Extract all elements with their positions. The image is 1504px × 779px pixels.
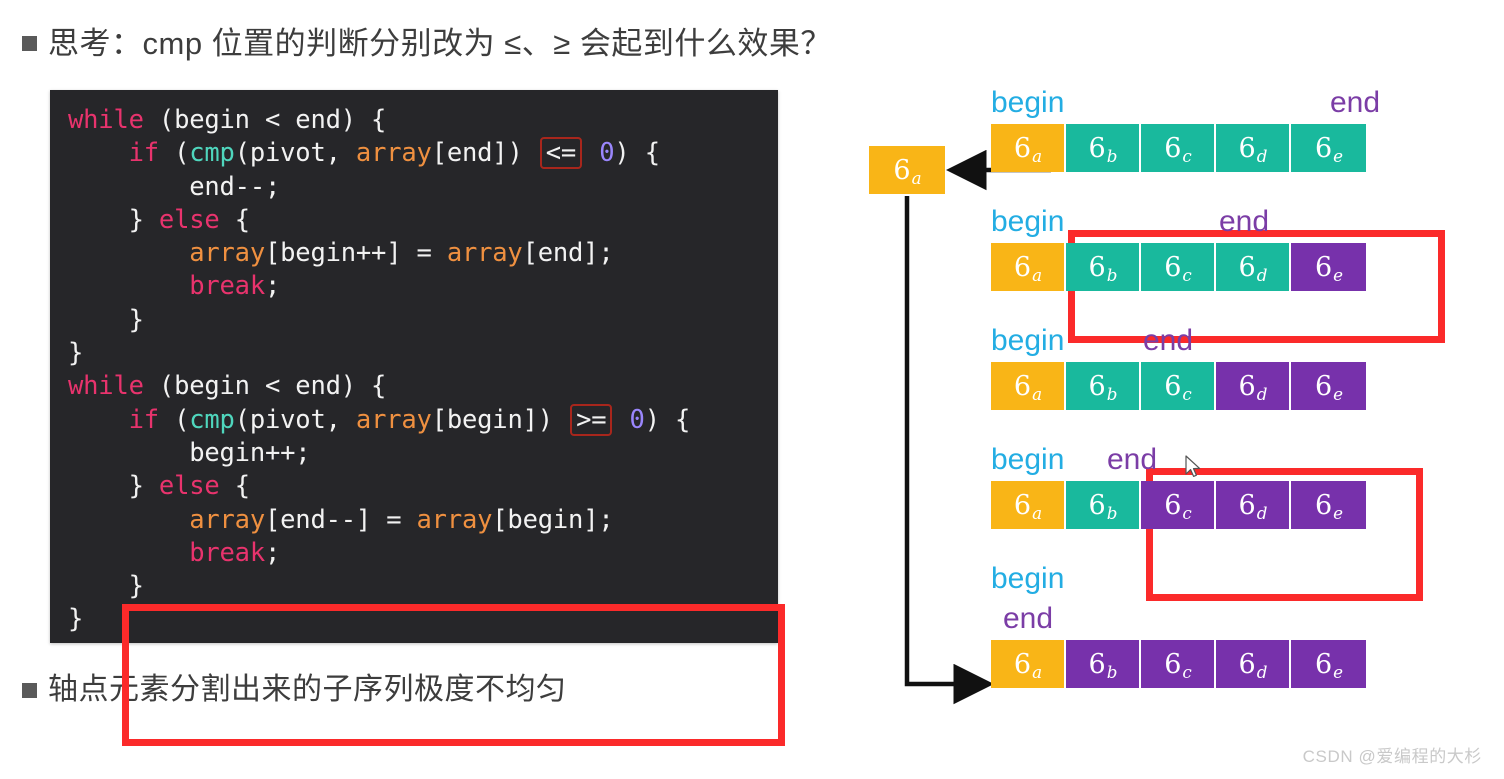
array-cell: 6d — [1216, 243, 1291, 291]
array-cell: 6a — [991, 481, 1066, 529]
pivot-cell-label: 6a — [893, 154, 922, 188]
array-cell: 6b — [1066, 243, 1141, 291]
array-cell: 6c — [1141, 640, 1216, 688]
pointer-row-4: begin end — [991, 445, 1366, 481]
page-title: 思考：cmp 位置的判断分别改为 ≤、≥ 会起到什么效果？ — [48, 26, 832, 61]
pointer-begin: begin — [991, 205, 1065, 238]
square-bullet-icon — [22, 682, 37, 698]
code-listing: while (begin < end) { if (cmp(pivot, arr… — [68, 105, 691, 635]
array-cell: 6d — [1216, 481, 1291, 529]
pointer-end: end — [1219, 205, 1270, 238]
array-cell: 6b — [1066, 481, 1141, 529]
watermark: CSDN @爱编程的大杉 — [1302, 747, 1482, 766]
array-cell: 6a — [991, 124, 1066, 172]
slide-canvas: 思考：cmp 位置的判断分别改为 ≤、≥ 会起到什么效果？ while (beg… — [0, 0, 1504, 779]
array-cell: 6a — [991, 362, 1066, 410]
array-cell: 6e — [1291, 640, 1366, 688]
array-cell: 6a — [991, 243, 1066, 291]
pointer-begin: begin — [991, 324, 1065, 357]
array-row-3: begin end 6a 6b 6c 6d 6e — [991, 326, 1366, 410]
pointer-row-3: begin end — [991, 326, 1366, 362]
array-cells-1: 6a 6b 6c 6d 6e — [991, 124, 1366, 172]
array-cells-5: 6a 6b 6c 6d 6e — [991, 640, 1366, 688]
array-cell: 6d — [1216, 640, 1291, 688]
pointer-begin: begin — [991, 443, 1065, 476]
array-cell: 6e — [1291, 243, 1366, 291]
array-cell: 6e — [1291, 481, 1366, 529]
pointer-begin: begin — [991, 86, 1065, 119]
array-cell: 6b — [1066, 124, 1141, 172]
array-cells-2: 6a 6b 6c 6d 6e — [991, 243, 1366, 291]
square-bullet-icon — [22, 36, 37, 51]
array-cell: 6d — [1216, 124, 1291, 172]
array-cell: 6e — [1291, 124, 1366, 172]
array-row-5: begin end 6a 6b 6c 6d 6e — [991, 564, 1366, 688]
partition-diagram: 6a begin end 6a 6b 6c 6d 6e begin end 6a… — [855, 88, 1495, 718]
array-cell: 6b — [1066, 362, 1141, 410]
mouse-cursor-icon — [1185, 455, 1201, 477]
array-row-1: begin end 6a 6b 6c 6d 6e — [991, 86, 1380, 172]
array-cell: 6c — [1141, 362, 1216, 410]
code-block: while (begin < end) { if (cmp(pivot, arr… — [50, 90, 778, 643]
array-cell: 6c — [1141, 243, 1216, 291]
array-cell: 6c — [1141, 124, 1216, 172]
pointer-end: end — [1003, 602, 1054, 635]
array-cells-3: 6a 6b 6c 6d 6e — [991, 362, 1366, 410]
array-cell: 6e — [1291, 362, 1366, 410]
operator-highlight-gte: >= — [570, 403, 613, 436]
array-cell: 6c — [1141, 481, 1216, 529]
pointer-end: end — [1107, 443, 1158, 476]
heading-bullet-line: 思考：cmp 位置的判断分别改为 ≤、≥ 会起到什么效果？ — [22, 28, 832, 59]
array-row-2: begin end 6a 6b 6c 6d 6e — [991, 207, 1366, 291]
pointer-end: end — [1330, 86, 1381, 119]
array-cells-4: 6a 6b 6c 6d 6e — [991, 481, 1366, 529]
pointer-row-5: begin end — [991, 564, 1366, 640]
pointer-row-2: begin end — [991, 207, 1366, 243]
array-cell: 6a — [991, 640, 1066, 688]
pointer-end: end — [1143, 324, 1194, 357]
pivot-cell: 6a — [869, 146, 945, 194]
operator-highlight-lte: <= — [539, 137, 583, 170]
pointer-begin: begin — [991, 562, 1065, 595]
pointer-row-1: begin end — [991, 86, 1380, 124]
array-cell: 6d — [1216, 362, 1291, 410]
array-row-4: begin end 6a 6b 6c 6d 6e — [991, 445, 1366, 529]
annotation-box-footnote — [122, 604, 785, 746]
array-cell: 6b — [1066, 640, 1141, 688]
